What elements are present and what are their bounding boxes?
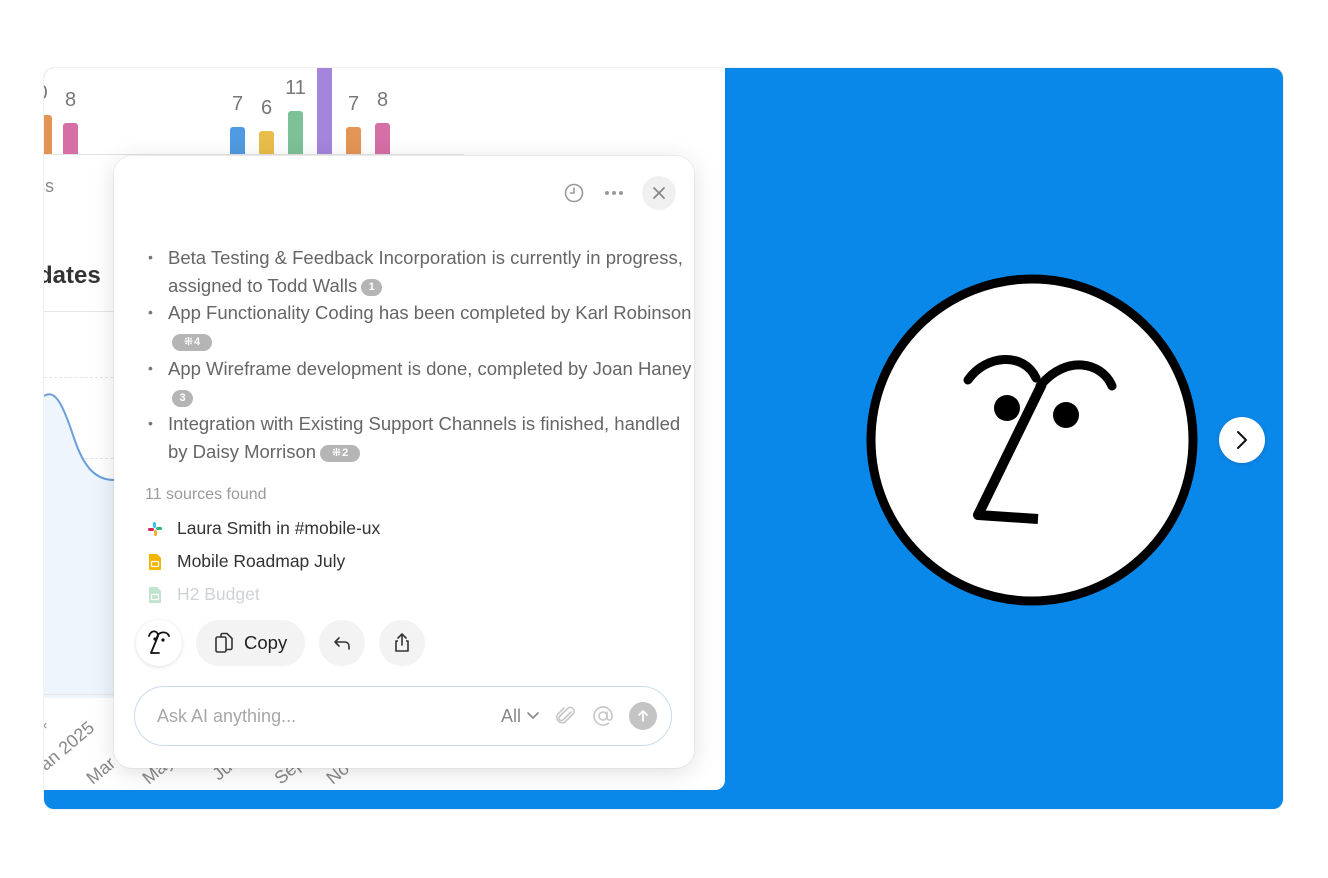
chevron-down-icon [527, 712, 539, 720]
bar-value-label: 7 [347, 92, 360, 115]
share-icon [395, 633, 410, 652]
panel-header-actions [562, 176, 676, 210]
share-button[interactable] [379, 620, 426, 666]
ai-avatar-button[interactable] [136, 620, 182, 666]
source-label: Laura Smith in #mobile-ux [177, 518, 381, 538]
bar-chart: 08761178 [44, 68, 725, 154]
source-label: Mobile Roadmap July [177, 551, 346, 571]
answer-item: Integration with Existing Support Channe… [148, 410, 698, 465]
source-item[interactable]: Mobile Roadmap July [147, 551, 345, 572]
answer-text: App Wireframe development is done, compl… [168, 357, 692, 379]
bar [375, 122, 390, 154]
ellipsis-icon [605, 191, 623, 195]
citation-badge[interactable]: ⁜ 4 [172, 334, 212, 352]
answer-item: App Functionality Coding has been comple… [148, 299, 698, 354]
citation-number: 4 [194, 336, 201, 349]
google-sheets-icon [149, 586, 161, 603]
at-sign-icon [593, 706, 613, 726]
bar [44, 115, 52, 154]
ai-face-icon [148, 630, 170, 654]
slack-icon [148, 521, 162, 536]
logo-left-eye [994, 395, 1020, 421]
section-title-fragment: dates [44, 262, 101, 289]
bar-chart-baseline [44, 154, 464, 155]
ai-face-logo [866, 274, 1198, 606]
bar [317, 68, 332, 154]
bar-value-label: 0 [44, 82, 48, 105]
legend-marker: × [44, 718, 48, 733]
bar [259, 130, 274, 154]
citation-number: 3 [179, 391, 186, 404]
copy-button[interactable]: Copy [196, 620, 306, 666]
dashboard-subtitle-fragment: ss [44, 176, 54, 196]
scope-label: All [500, 705, 521, 726]
ai-assistant-panel: Beta Testing & Feedback Incorporation is… [114, 156, 694, 768]
bar-value-label: 8 [64, 88, 77, 111]
slack-icon: ⁜ [183, 336, 194, 349]
answer-text: Integration with Existing Support Channe… [168, 413, 681, 462]
answer-text: App Functionality Coding has been comple… [168, 302, 692, 324]
citation-number: 1 [368, 280, 375, 293]
answer-list: Beta Testing & Feedback Incorporation is… [144, 244, 698, 466]
slack-icon: ⁜ [331, 446, 342, 459]
response-actions: Copy [136, 620, 426, 666]
citation-badge[interactable]: 1 [361, 279, 383, 297]
chevron-right-icon [1237, 431, 1247, 449]
citation-number: 2 [342, 446, 349, 459]
history-button[interactable] [562, 181, 586, 205]
logo-circle [866, 274, 1198, 606]
bar [288, 111, 303, 154]
x-axis-tick: Mar [82, 752, 120, 789]
paperclip-icon [556, 706, 575, 724]
bar [230, 126, 245, 154]
bar-value-label: 11 [285, 77, 306, 100]
logo-right-eye [1053, 402, 1079, 428]
bar [346, 126, 361, 154]
scope-dropdown[interactable]: All [501, 706, 539, 727]
answer-item: Beta Testing & Feedback Incorporation is… [148, 244, 698, 299]
ask-ai-input[interactable] [155, 704, 501, 728]
bar-value-label: 8 [376, 88, 389, 111]
citation-badge[interactable]: 3 [172, 389, 193, 407]
send-button[interactable] [629, 702, 657, 730]
source-label: H2 Budget [177, 584, 260, 604]
bar-value-label: 6 [260, 96, 273, 119]
ask-ai-input-bar: All [134, 686, 672, 746]
more-options-button[interactable] [602, 181, 626, 205]
attach-button[interactable] [555, 705, 577, 727]
arrow-up-icon [638, 710, 648, 722]
reply-icon [334, 637, 351, 650]
copy-icon [215, 632, 233, 653]
copy-label: Copy [244, 632, 288, 653]
mention-button[interactable] [591, 704, 615, 728]
sources-heading: 11 sources found [145, 486, 267, 503]
answer-text: Beta Testing & Feedback Incorporation is… [168, 247, 683, 296]
close-icon [653, 187, 665, 199]
source-item[interactable]: H2 Budget [147, 584, 260, 605]
close-button[interactable] [642, 176, 676, 210]
reply-button[interactable] [319, 620, 366, 666]
bar-value-label: 7 [231, 92, 244, 115]
clock-icon [564, 183, 584, 203]
product-showcase: 08761178 ss dates × Jan 2025MarMayJulSep… [44, 68, 1283, 809]
source-item[interactable]: Laura Smith in #mobile-ux [147, 518, 380, 539]
citation-badge[interactable]: ⁜ 2 [320, 445, 361, 463]
answer-item: App Wireframe development is done, compl… [148, 355, 698, 410]
google-slides-icon [149, 553, 161, 570]
next-slide-button[interactable] [1219, 417, 1265, 463]
bar [63, 122, 78, 154]
line-chart-area [44, 394, 114, 698]
